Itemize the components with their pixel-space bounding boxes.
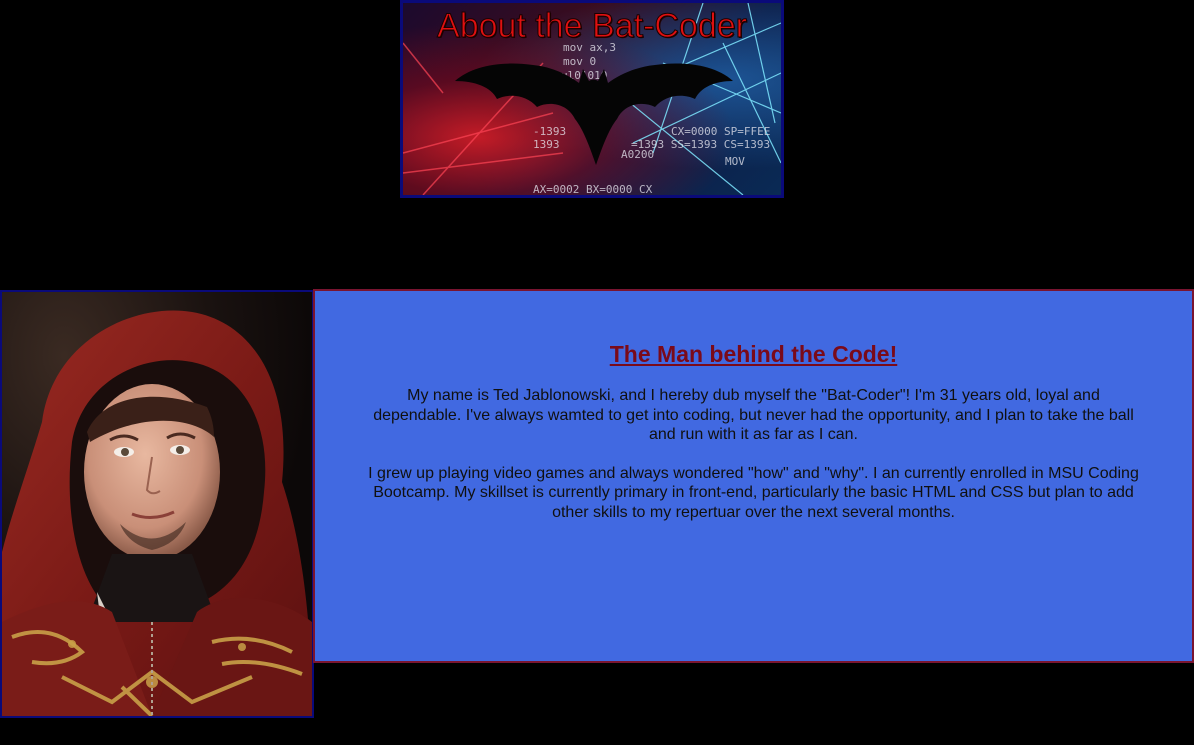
svg-text:-1393: -1393 xyxy=(533,125,566,138)
header-banner: mov ax,3 mov 0 ul01010 0106 CX=0000 SP=F… xyxy=(400,0,784,198)
svg-text:1393: 1393 xyxy=(533,138,560,151)
about-heading: The Man behind the Code! xyxy=(609,341,898,367)
svg-text:AX=0002 BX=0000 CX: AX=0002 BX=0000 CX xyxy=(533,183,653,195)
svg-text:A0200: A0200 xyxy=(621,148,654,161)
svg-text:MOV: MOV xyxy=(725,155,745,168)
about-paragraph-background: I grew up playing video games and always… xyxy=(368,464,1139,521)
profile-photo xyxy=(0,290,314,718)
banner-title: About the Bat-Coder xyxy=(437,7,748,46)
svg-text:CX=0000 SP=FFEE: CX=0000 SP=FFEE xyxy=(671,125,770,138)
about-paragraph-intro: My name is Ted Jablonowski, and I hereby… xyxy=(373,387,1134,443)
portrait-illustration xyxy=(2,292,312,716)
svg-text:mov 0: mov 0 xyxy=(563,55,596,68)
about-page: mov ax,3 mov 0 ul01010 0106 CX=0000 SP=F… xyxy=(0,0,1194,745)
about-card: The Man behind the Code! My name is Ted … xyxy=(313,289,1194,663)
